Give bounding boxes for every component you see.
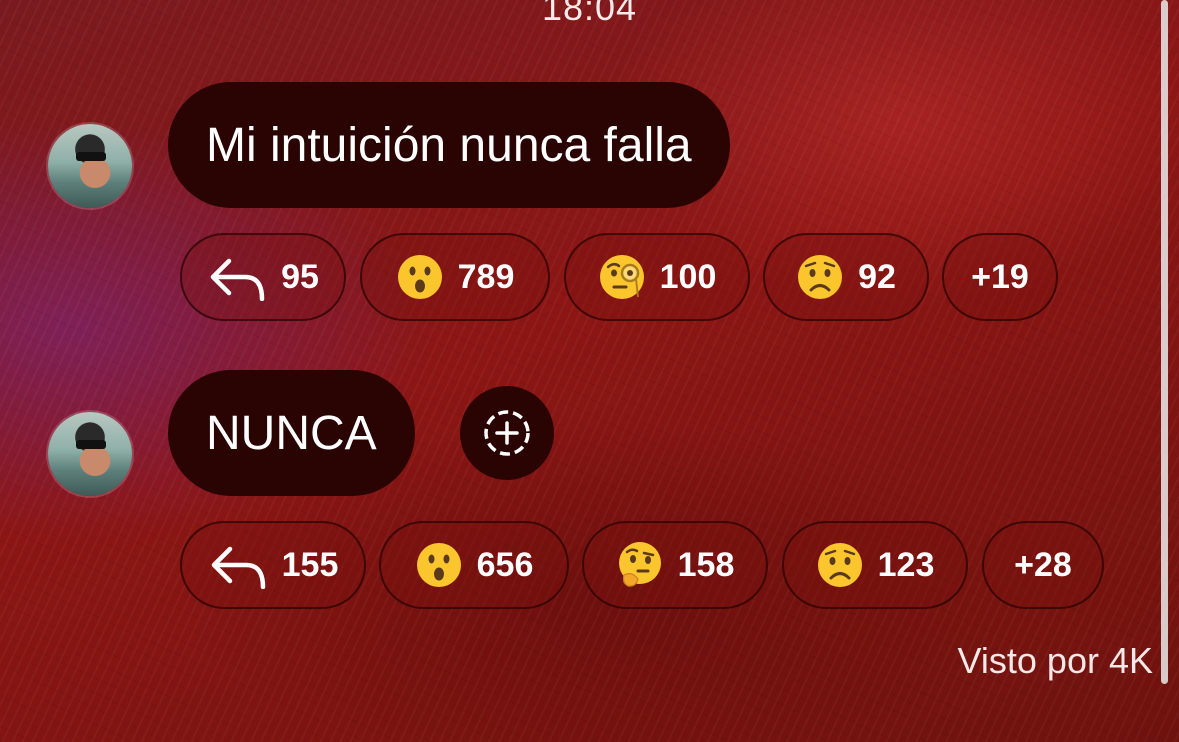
message-bubble[interactable]: NUNCA (168, 370, 415, 496)
seen-by-label: Visto por 4K (957, 640, 1153, 681)
thinking-face-icon (618, 542, 661, 587)
reaction-chip[interactable]: 656 (379, 521, 569, 609)
message-bubble[interactable]: Mi intuición nunca falla (168, 82, 730, 208)
more-reactions-count: +28 (1014, 545, 1072, 584)
replies-button[interactable]: 155 (180, 521, 366, 609)
reaction-count: 92 (858, 257, 896, 296)
reaction-count: 100 (659, 257, 717, 296)
scrollbar[interactable] (1161, 0, 1168, 684)
more-reactions-button[interactable]: +19 (942, 233, 1058, 321)
reply-count: 95 (281, 257, 319, 296)
message-text: NUNCA (206, 406, 377, 460)
add-reaction-button[interactable] (460, 386, 554, 480)
add-reaction-icon (484, 410, 530, 456)
reaction-chip[interactable]: 789 (360, 233, 550, 321)
reaction-chip[interactable]: 123 (782, 521, 968, 609)
sender-avatar[interactable] (48, 412, 132, 496)
surprised-face-icon (416, 543, 461, 587)
more-reactions-count: +19 (971, 257, 1029, 296)
reaction-chip[interactable]: 158 (582, 521, 768, 609)
worried-face-icon (817, 543, 862, 587)
surprised-face-icon (397, 255, 442, 299)
monocle-face-icon (599, 255, 644, 299)
reaction-count: 123 (877, 545, 935, 584)
reaction-count: 789 (457, 257, 515, 296)
more-reactions-button[interactable]: +28 (982, 521, 1104, 609)
reaction-count: 656 (476, 545, 534, 584)
replies-button[interactable]: 95 (180, 233, 346, 321)
worried-face-icon (798, 255, 843, 299)
reaction-count: 158 (677, 545, 735, 584)
reply-arrow-icon (210, 258, 265, 301)
message-text: Mi intuición nunca falla (206, 118, 692, 172)
reply-count: 155 (281, 545, 339, 584)
sender-avatar[interactable] (48, 124, 132, 208)
reaction-chip[interactable]: 100 (564, 233, 750, 321)
reply-arrow-icon (211, 546, 265, 589)
reaction-chip[interactable]: 92 (763, 233, 929, 321)
message-timestamp: 18:04 (541, 0, 638, 28)
